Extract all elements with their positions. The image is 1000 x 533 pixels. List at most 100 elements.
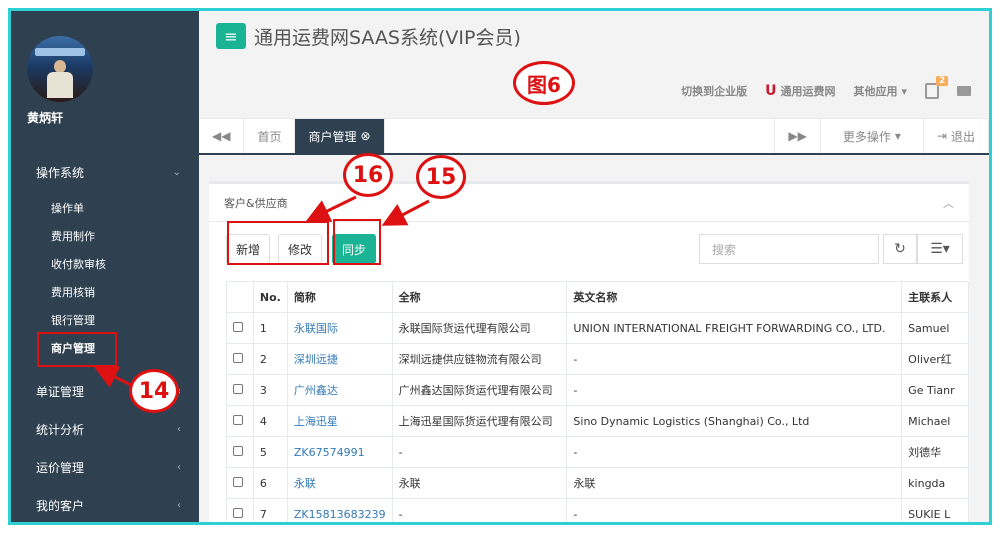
english-name: UNION INTERNATIONAL FREIGHT FORWARDING C…	[566, 312, 903, 344]
site-logo-icon: U	[765, 83, 777, 99]
username[interactable]: 黄炳轩	[27, 109, 63, 126]
menu-group-label: 运价管理	[36, 460, 85, 475]
short-name-link[interactable]: 永联国际	[286, 312, 393, 344]
topbar: ≡ 通用运费网SAAS系统(VIP会员) 切换到企业版 U 通用运费网 其他应用…	[199, 11, 989, 119]
notifications-button[interactable]: 2	[925, 76, 949, 99]
row-checkbox[interactable]	[226, 312, 254, 344]
logout-label: 退出	[950, 129, 975, 144]
tab-scroll-right[interactable]: ▶▶	[774, 119, 821, 153]
table-row[interactable]: 2 深圳远捷 深圳远捷供应链物流有限公司 - Oliver红	[226, 343, 969, 375]
row-checkbox[interactable]	[226, 467, 254, 499]
more-actions-label: 更多操作	[842, 129, 891, 144]
other-apps-dropdown[interactable]: 其他应用 ▾	[853, 83, 907, 99]
column-header[interactable]: 简称	[286, 281, 393, 313]
menu-group-customers[interactable]: 我的客户 ‹	[11, 486, 199, 522]
envelope-icon	[957, 86, 971, 96]
tab-actions: ▶▶ 更多操作 ▾ ⇥ 退出	[774, 119, 989, 153]
table-row[interactable]: 5 ZK67574991- - 刘德华	[226, 436, 969, 468]
short-name-link[interactable]: 深圳远捷	[286, 343, 393, 375]
avatar[interactable]	[27, 36, 93, 102]
menu-group-label: 单证管理	[36, 384, 85, 399]
site-link-label: 通用运费网	[780, 85, 836, 98]
refresh-button[interactable]: ↻	[883, 234, 917, 264]
notification-badge: 2	[936, 76, 949, 86]
row-checkbox[interactable]	[226, 405, 254, 437]
app-frame: 黄炳轩 操作系统 ⌄ 操作单 费用制作 收付款审核 费用核销 银行管理 商户管理…	[8, 8, 992, 525]
merchants-table: No. 简称 全称 英文名称 主联系人 1 永联国际 永联国际货运代理有限公司 UNI…	[226, 281, 969, 522]
menu-item-fee-writeoff[interactable]: 费用核销	[11, 278, 199, 306]
tab-merchants[interactable]: 商户管理 ⊗	[295, 119, 385, 153]
columns-button[interactable]: ☰▾	[917, 234, 963, 264]
chevron-down-icon: ⌄	[172, 166, 181, 178]
tab-home[interactable]: 首页	[244, 119, 296, 153]
column-header[interactable]: 英文名称	[566, 281, 903, 313]
table-row[interactable]: 1 永联国际 永联国际货运代理有限公司 UNION INTERNATIONAL FRE…	[226, 312, 969, 344]
sidebar: 黄炳轩 操作系统 ⌄ 操作单 费用制作 收付款审核 费用核销 银行管理 商户管理…	[11, 11, 199, 522]
caret-down-icon: ▾	[901, 84, 907, 98]
backward-icon: ◀◀	[212, 129, 231, 143]
other-apps-label: 其他应用	[853, 85, 898, 98]
full-name: 深圳远捷供应链物流有限公司	[391, 343, 568, 375]
search-input[interactable]: 搜索	[699, 234, 879, 264]
tab-scroll-left[interactable]: ◀◀	[199, 119, 245, 153]
tab-label: 商户管理	[308, 129, 357, 144]
row-no: 1	[252, 312, 288, 344]
row-no: 7	[252, 498, 288, 522]
menu-group-operations[interactable]: 操作系统 ⌄	[11, 153, 199, 191]
annotation-15: 15	[416, 155, 466, 199]
short-name-link[interactable]: ZK15813683239	[286, 498, 393, 522]
logout-icon: ⇥	[936, 129, 947, 143]
collapse-icon[interactable]: ︿	[943, 195, 954, 211]
top-nav: 切换到企业版 U 通用运费网 其他应用 ▾ 2	[681, 76, 971, 99]
english-name: -	[566, 436, 903, 468]
highlight-add-edit-buttons	[227, 221, 329, 265]
main-contact: Michael	[901, 405, 969, 437]
column-header[interactable]: 主联系人	[901, 281, 969, 313]
menu-item-bank[interactable]: 银行管理	[11, 306, 199, 334]
row-checkbox[interactable]	[226, 343, 254, 375]
menu-toggle-button[interactable]: ≡	[216, 23, 246, 49]
column-header[interactable]: 全称	[391, 281, 568, 313]
site-link[interactable]: U 通用运费网	[765, 83, 835, 99]
main-contact: Oliver红	[901, 343, 969, 375]
menu-group-rates[interactable]: 运价管理 ‹	[11, 448, 199, 486]
logout-button[interactable]: ⇥ 退出	[924, 119, 989, 153]
forward-icon: ▶▶	[788, 129, 807, 143]
annotation-16: 16	[343, 153, 393, 197]
menu-group-label: 我的客户	[36, 498, 85, 513]
chevron-left-icon: ‹	[177, 499, 181, 511]
main-area: ≡ 通用运费网SAAS系统(VIP会员) 切换到企业版 U 通用运费网 其他应用…	[199, 11, 989, 522]
table-row[interactable]: 6 永联 永联 永联 kingda	[226, 467, 969, 499]
menu-item-fees[interactable]: 费用制作	[11, 222, 199, 250]
messages-button[interactable]	[957, 86, 971, 96]
table-row[interactable]: 3 广州鑫达 广州鑫达国际货运代理有限公司 - Ge Tianr	[226, 374, 969, 406]
profile: 黄炳轩	[11, 11, 199, 141]
row-checkbox[interactable]	[226, 436, 254, 468]
english-name: -	[566, 498, 903, 522]
notification-icon: 2	[925, 76, 949, 99]
english-name: -	[566, 343, 903, 375]
table-row[interactable]: 7 ZK15813683239- - SUKIE L	[226, 498, 969, 522]
row-checkbox[interactable]	[226, 498, 254, 522]
menu-group-label: 操作系统	[36, 165, 85, 180]
menu-group-statistics[interactable]: 统计分析 ‹	[11, 410, 199, 448]
menu-item-payment-review[interactable]: 收付款审核	[11, 250, 199, 278]
main-contact: SUKIE L	[901, 498, 969, 522]
row-checkbox[interactable]	[226, 374, 254, 406]
row-no: 4	[252, 405, 288, 437]
menu-item-orders[interactable]: 操作单	[11, 194, 199, 222]
column-header[interactable]: No.	[252, 281, 288, 313]
short-name-link[interactable]: 永联	[286, 467, 393, 499]
english-name: 永联	[566, 467, 903, 499]
english-name: Sino Dynamic Logistics (Shanghai) Co., L…	[566, 405, 903, 437]
short-name-link[interactable]: 上海迅星	[286, 405, 393, 437]
table-row[interactable]: 4 上海迅星 上海迅星国际货运代理有限公司 Sino Dynamic Logistic…	[226, 405, 969, 437]
close-tab-icon[interactable]: ⊗	[361, 129, 371, 143]
full-name: -	[391, 436, 568, 468]
chevron-left-icon: ‹	[177, 423, 181, 435]
switch-enterprise-link[interactable]: 切换到企业版	[681, 83, 747, 99]
more-actions-dropdown[interactable]: 更多操作 ▾	[821, 119, 924, 153]
short-name-link[interactable]: ZK67574991	[286, 436, 393, 468]
short-name-link[interactable]: 广州鑫达	[286, 374, 393, 406]
main-contact: 刘德华	[901, 436, 969, 468]
